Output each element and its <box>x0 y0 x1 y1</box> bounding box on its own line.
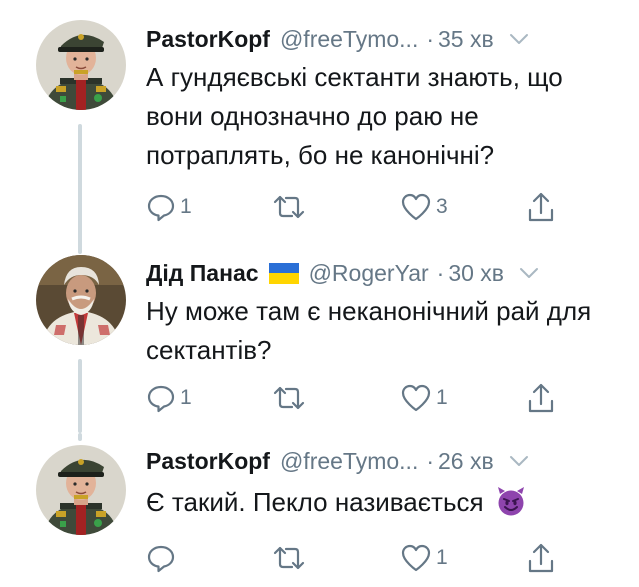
share-icon <box>526 382 556 414</box>
reply-icon <box>146 383 176 413</box>
thread-line <box>78 124 82 254</box>
thread-line <box>78 359 82 433</box>
tweet-actions: 1 1 <box>146 381 586 415</box>
tweet-text: Ну може там є неканонічний рай для секта… <box>146 296 592 365</box>
thread-line <box>78 245 82 253</box>
like-count: 1 <box>436 386 448 409</box>
timestamp[interactable]: 30 хв <box>448 260 504 287</box>
reply-count: 1 <box>180 386 192 409</box>
like-button[interactable]: 1 <box>400 541 448 575</box>
uniformed-man-avatar-image <box>36 20 126 110</box>
tweet-header: PastorKopf @freeTymo... · 35 хв <box>146 24 619 54</box>
reply-button[interactable]: 1 <box>146 381 192 415</box>
reply-button[interactable]: 1 <box>146 190 192 224</box>
display-name[interactable]: PastorKopf <box>146 26 270 53</box>
reply-count: 1 <box>180 195 192 218</box>
retweet-button[interactable] <box>272 381 310 415</box>
display-name[interactable]: PastorKopf <box>146 448 270 475</box>
smiling-devil-emoji <box>495 485 527 517</box>
separator-dot: · <box>426 447 435 474</box>
tweet-3[interactable]: PastorKopf @freeTymo... · 26 хв Є такий.… <box>0 433 639 587</box>
share-icon <box>526 191 556 223</box>
like-button[interactable]: 1 <box>400 381 448 415</box>
heart-icon <box>400 192 432 222</box>
user-handle[interactable]: @RogerYar <box>309 260 429 287</box>
reply-icon <box>146 543 176 573</box>
timestamp[interactable]: 26 хв <box>438 448 494 475</box>
retweet-button[interactable] <box>272 541 310 575</box>
uniformed-man-avatar-image <box>36 445 126 535</box>
like-button[interactable]: 3 <box>400 190 448 224</box>
tweet-actions: 1 3 <box>146 190 586 224</box>
retweet-icon <box>272 192 306 222</box>
user-handle[interactable]: @freeTymo... <box>280 26 418 53</box>
chevron-down-icon[interactable] <box>508 450 530 472</box>
avatar[interactable] <box>36 255 126 345</box>
share-icon <box>526 542 556 574</box>
tweet-text: А гундяєвські сектанти знають, що вони о… <box>146 62 563 170</box>
share-button[interactable] <box>526 541 556 575</box>
heart-icon <box>400 543 432 573</box>
old-man-avatar-image <box>36 255 126 345</box>
tweet-actions: 1 <box>146 541 586 575</box>
heart-icon <box>400 383 432 413</box>
share-button[interactable] <box>526 190 556 224</box>
tweet-1[interactable]: PastorKopf @freeTymo... · 35 хв А гундяє… <box>0 0 639 254</box>
tweet-header: PastorKopf @freeTymo... · 26 хв <box>146 446 619 476</box>
avatar[interactable] <box>36 20 126 110</box>
user-handle[interactable]: @freeTymo... <box>280 448 418 475</box>
chevron-down-icon[interactable] <box>518 262 540 284</box>
avatar[interactable] <box>36 445 126 535</box>
chevron-down-icon[interactable] <box>508 28 530 50</box>
thread-line <box>78 433 82 441</box>
ukraine-flag-icon <box>268 262 299 284</box>
reply-button[interactable] <box>146 541 180 575</box>
timestamp[interactable]: 35 хв <box>438 26 494 53</box>
tweet-header: Дід Панас @RogerYar · 30 хв <box>146 258 619 288</box>
separator-dot: · <box>426 25 435 52</box>
tweet-text: Є такий. Пекло називається <box>146 483 616 522</box>
retweet-icon <box>272 383 306 413</box>
reply-icon <box>146 192 176 222</box>
separator-dot: · <box>436 259 445 286</box>
retweet-button[interactable] <box>272 190 310 224</box>
like-count: 1 <box>436 546 448 569</box>
retweet-icon <box>272 543 306 573</box>
tweet-2[interactable]: Дід Панас @RogerYar · 30 хв Ну може там … <box>0 245 639 433</box>
tweet-text-content: Є такий. Пекло називається <box>146 487 484 517</box>
share-button[interactable] <box>526 381 556 415</box>
display-name[interactable]: Дід Панас <box>146 260 259 287</box>
like-count: 3 <box>436 195 448 218</box>
